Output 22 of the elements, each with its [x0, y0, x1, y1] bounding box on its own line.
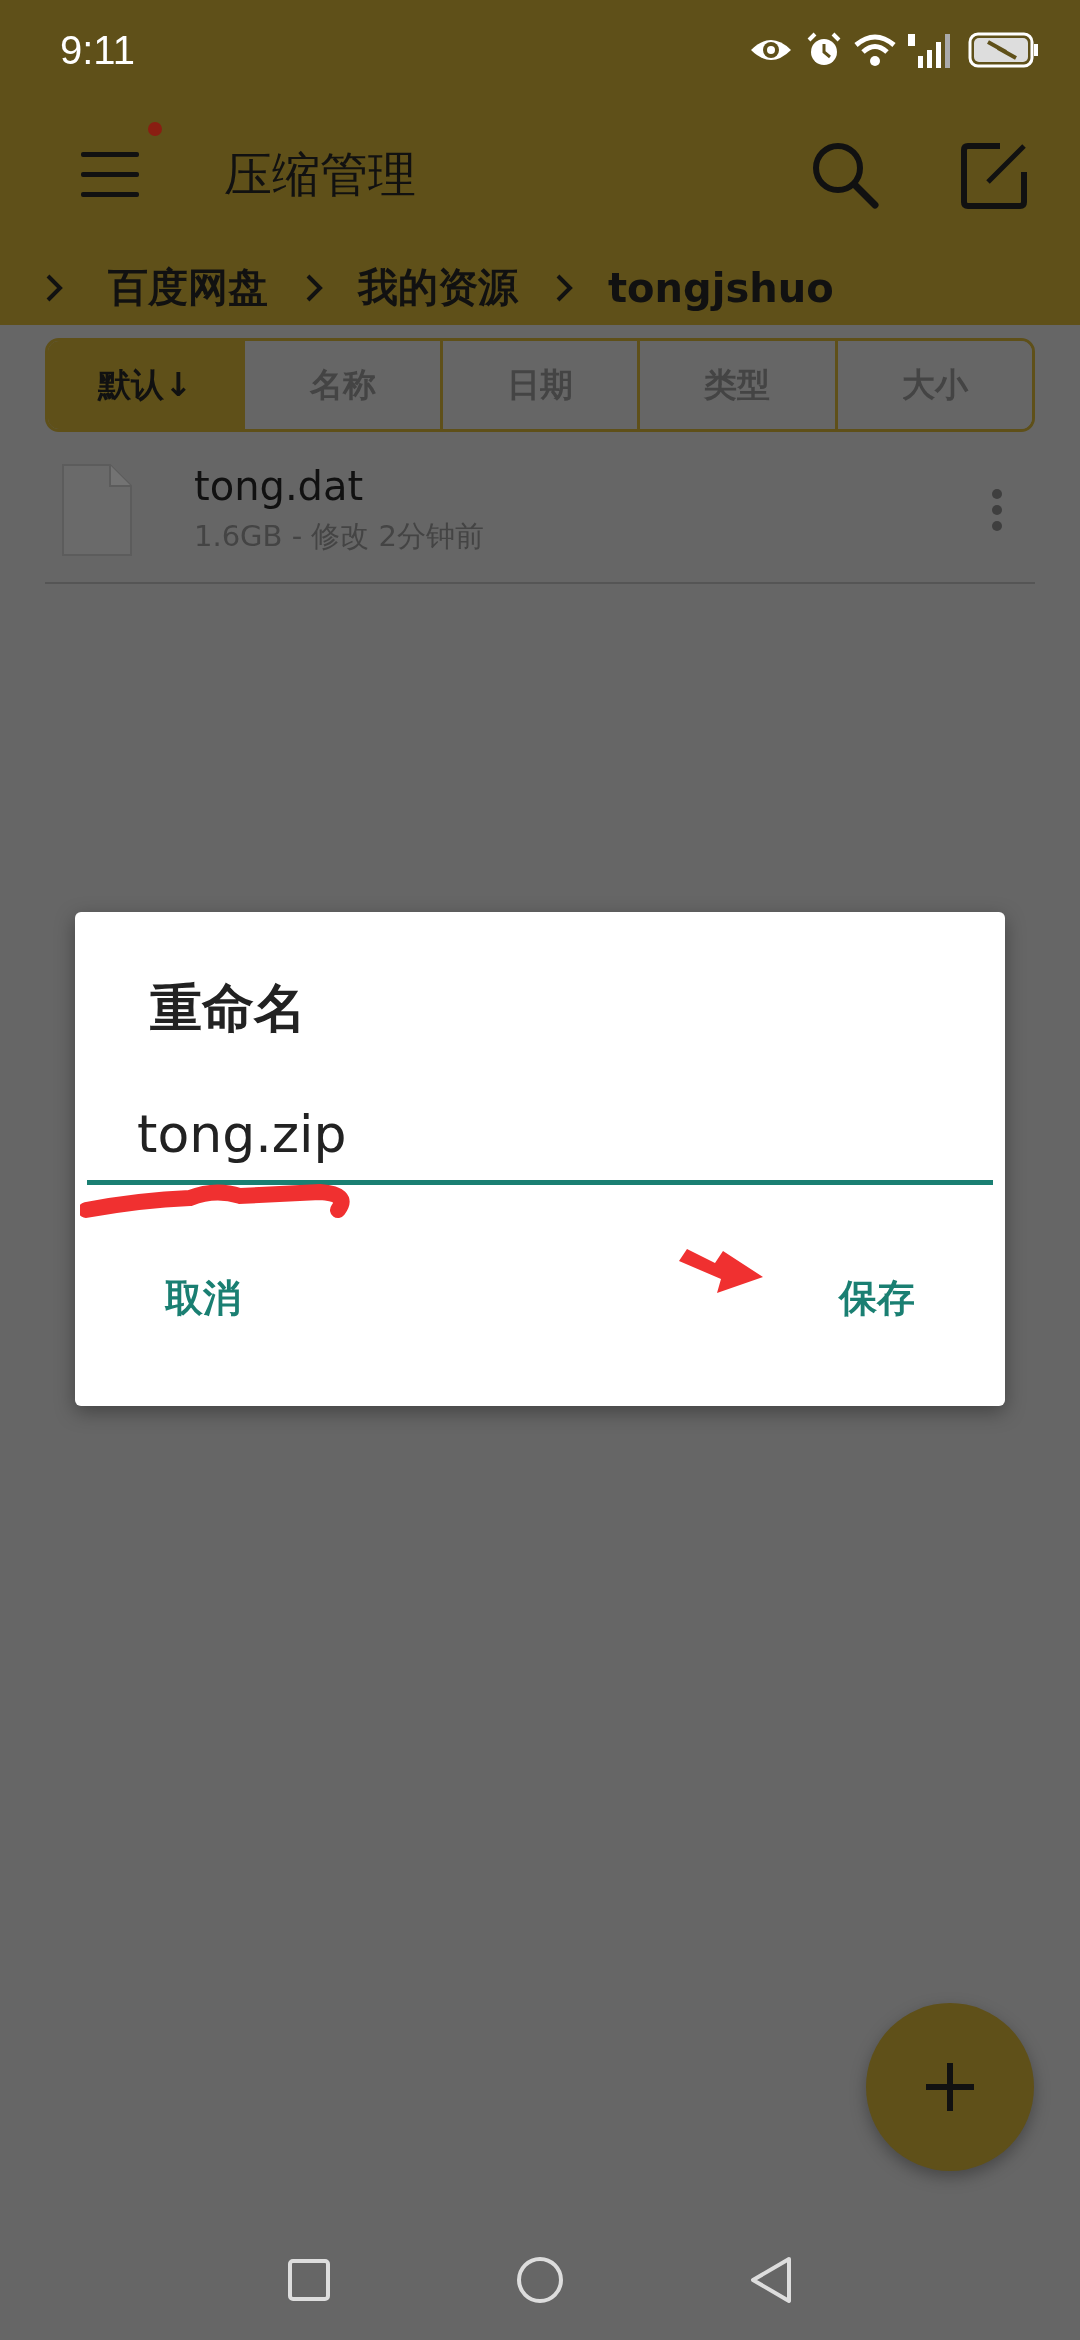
status-time: 9:11	[60, 27, 135, 73]
home-icon[interactable]	[516, 2256, 564, 2304]
wifi-icon	[854, 33, 896, 67]
add-button[interactable]	[866, 2003, 1034, 2171]
more-icon[interactable]	[991, 488, 1003, 532]
dialog-button[interactable]: 取消	[165, 1273, 241, 1324]
dialog-title: 重命名	[150, 977, 307, 1040]
sort-tab[interactable]: 默认↓	[48, 341, 243, 429]
search-icon[interactable]	[810, 140, 880, 210]
alarm-icon	[806, 32, 842, 68]
breadcrumb-item[interactable]: 我的资源	[358, 260, 518, 315]
recents-icon[interactable]	[287, 2258, 331, 2302]
name-field[interactable]: tong.zip	[87, 1104, 993, 1185]
battery-icon	[968, 32, 1040, 68]
breadcrumb-item[interactable]: 百度网盘	[108, 260, 268, 315]
file-name: tong.dat	[194, 463, 365, 509]
menu-icon[interactable]	[78, 150, 142, 200]
screen-title: 压缩管理	[224, 145, 416, 204]
back-icon[interactable]	[749, 2256, 793, 2304]
breadcrumb-item[interactable]: tongjshuo	[608, 264, 834, 311]
dialog-button[interactable]: 保存	[839, 1273, 915, 1324]
edit-icon[interactable]	[960, 140, 1030, 210]
